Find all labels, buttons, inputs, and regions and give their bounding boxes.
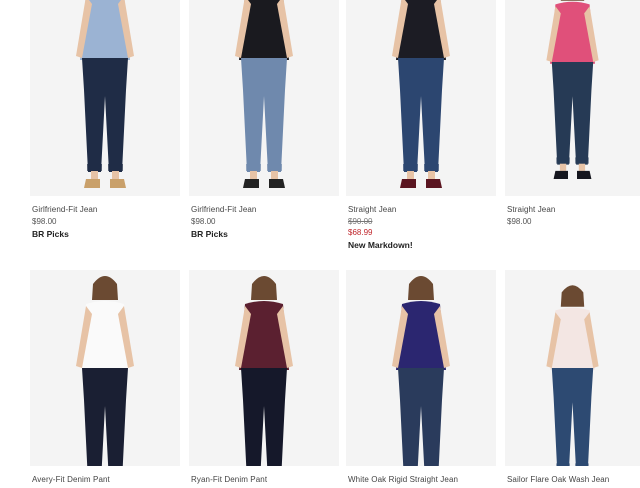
model-jeans — [241, 58, 287, 172]
model-jeans — [241, 368, 287, 466]
model-cuff-left — [556, 463, 570, 466]
model-shoe-left — [243, 179, 259, 188]
model-shoe-left — [400, 179, 416, 188]
product-name[interactable]: Girlfriend-Fit Jean — [32, 205, 97, 214]
model-cuff-left — [246, 164, 261, 171]
model-ankle-right — [271, 171, 278, 179]
product-image[interactable] — [30, 0, 180, 196]
model-cuff-right — [575, 463, 589, 466]
product-tag: New Markdown! — [348, 240, 413, 250]
model-figure — [235, 0, 293, 188]
model-shoe-right — [269, 179, 285, 188]
model-figure — [392, 0, 450, 188]
model-cuff-right — [267, 164, 282, 171]
model-hair — [251, 276, 277, 300]
model-cuff-left — [556, 157, 570, 164]
product-image[interactable] — [189, 0, 339, 196]
model-cuff-left — [87, 164, 102, 171]
product-sale-price: $68.99 — [348, 228, 373, 237]
product-name[interactable]: Ryan-Fit Denim Pant — [191, 475, 267, 484]
product-image[interactable] — [505, 270, 640, 466]
model-hair — [408, 276, 434, 300]
model-shoe-right — [426, 179, 442, 188]
product-image[interactable] — [505, 0, 640, 196]
model-jeans — [551, 62, 594, 165]
model-cuff-right — [424, 164, 439, 171]
model-figure — [392, 276, 450, 466]
product-image[interactable] — [346, 0, 496, 196]
product-name[interactable]: Girlfriend-Fit Jean — [191, 205, 256, 214]
product-image[interactable] — [346, 270, 496, 466]
model-ankle-left — [91, 171, 98, 179]
product-name[interactable]: Sailor Flare Oak Wash Jean — [507, 475, 609, 484]
model-ankle-right — [428, 171, 435, 179]
model-shoe-left — [84, 179, 100, 188]
model-jeans — [551, 368, 594, 466]
model-ankle-left — [407, 171, 414, 179]
model-figure — [235, 276, 293, 466]
product-image[interactable] — [189, 270, 339, 466]
product-price: $98.00 — [191, 217, 216, 226]
model-figure — [76, 0, 134, 188]
model-hair — [560, 0, 585, 1]
product-price: $98.00 — [32, 217, 57, 226]
model-figure — [546, 0, 599, 179]
model-ankle-right — [112, 171, 119, 179]
model-jeans — [82, 58, 128, 172]
model-jeans — [82, 368, 128, 466]
product-name[interactable]: Straight Jean — [348, 205, 396, 214]
product-tag: BR Picks — [32, 229, 69, 239]
model-ankle-left — [250, 171, 257, 179]
product-name[interactable]: White Oak Rigid Straight Jean — [348, 475, 458, 484]
model-hair — [92, 276, 118, 300]
model-ankle-left — [559, 163, 567, 171]
model-shoe-right — [577, 170, 592, 179]
model-jeans — [398, 58, 444, 172]
model-cuff-right — [575, 157, 589, 164]
model-figure — [76, 276, 134, 466]
model-figure — [546, 285, 599, 466]
product-price: $98.00 — [507, 217, 532, 226]
model-cuff-right — [108, 164, 123, 171]
product-tag: BR Picks — [191, 229, 228, 239]
product-original-price: $90.00 — [348, 217, 373, 226]
product-name[interactable]: Straight Jean — [507, 205, 555, 214]
model-hair — [560, 285, 585, 307]
product-image[interactable] — [30, 270, 180, 466]
product-name[interactable]: Avery-Fit Denim Pant — [32, 475, 110, 484]
model-ankle-right — [578, 163, 586, 171]
model-shoe-left — [553, 170, 568, 179]
model-jeans — [398, 368, 444, 466]
model-shoe-right — [110, 179, 126, 188]
model-cuff-left — [403, 164, 418, 171]
